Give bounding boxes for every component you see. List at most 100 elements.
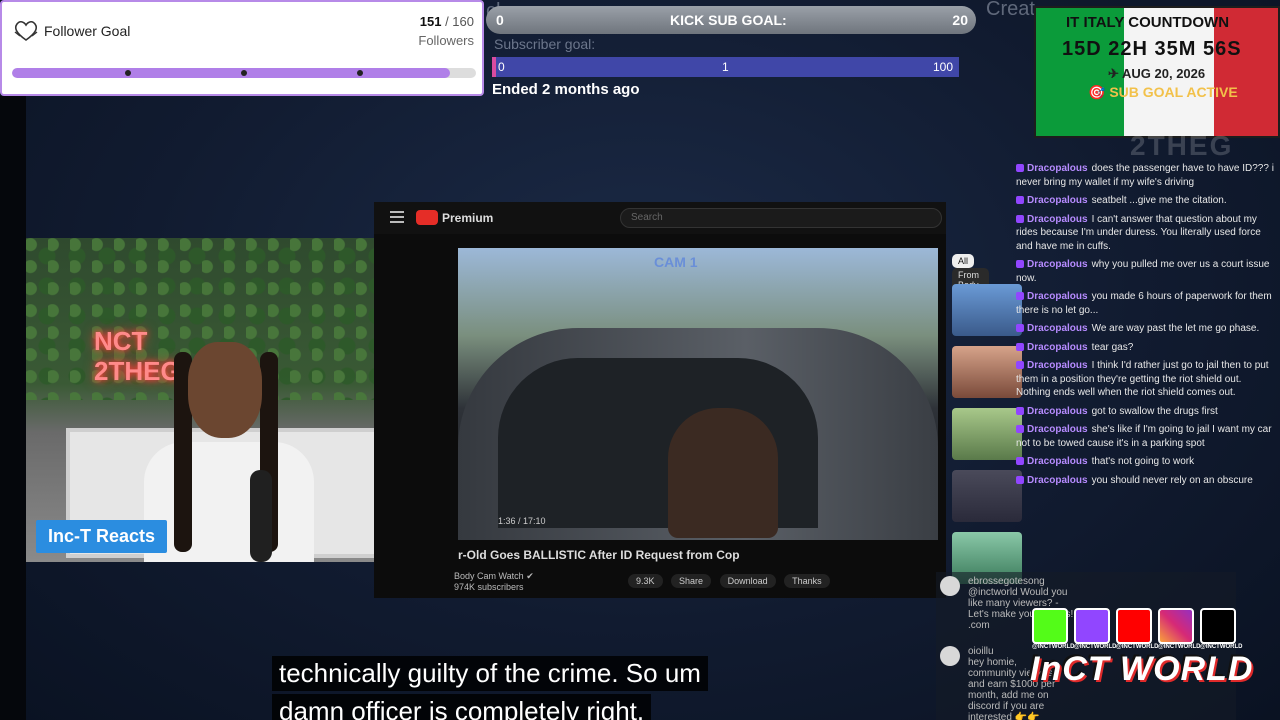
chat-username[interactable]: Dracopalous <box>1027 291 1088 302</box>
chat-message: Dracopalous got to swallow the drugs firs… <box>1016 405 1278 419</box>
chat-text: seatbelt ...give me the citation. <box>1091 195 1227 206</box>
share-button[interactable]: Share <box>671 574 712 588</box>
driver <box>668 408 778 538</box>
follower-current: 151 <box>419 14 442 29</box>
chat-feed: Dracopalous does the passenger have to ha… <box>1016 162 1278 492</box>
chat-message: Dracopalous why you pulled me over us a c… <box>1016 258 1278 285</box>
microphone <box>250 470 272 562</box>
chat-text: We are way past the let me go phase. <box>1091 323 1260 334</box>
streamer-head <box>188 342 262 438</box>
progress-marker <box>241 70 247 76</box>
chat-text: tear gas? <box>1091 341 1134 353</box>
subscriber-goal-bar: 0 1 100 <box>492 57 959 77</box>
youtube-header: Premium Search <box>374 202 946 234</box>
video-time: 1:36 / 17:10 <box>498 516 546 526</box>
chat-text: that's not going to work <box>1091 456 1195 467</box>
cam-label: CAM 1 <box>654 254 698 270</box>
recommended-thumbnail[interactable] <box>952 408 1022 460</box>
channel-subscribers: 974K subscribers <box>454 582 524 592</box>
download-button[interactable]: Download <box>719 574 776 588</box>
follower-separator: / <box>441 14 453 29</box>
chat-message: Dracopalous she's like if I'm going to ja… <box>1016 423 1278 450</box>
follower-count: 151 / 160 <box>420 14 474 29</box>
kick-goal-end: 20 <box>952 12 968 28</box>
countdown-title: IT ITALY COUNTDOWN <box>1066 14 1230 31</box>
channel-info[interactable]: Body Cam Watch ✔ 974K subscribers <box>454 571 534 592</box>
subscriber-goal-min: 0 <box>498 60 505 74</box>
chat-message: Dracopalous does the passenger have to ha… <box>1016 162 1278 189</box>
twitch-badge-icon <box>1016 342 1024 351</box>
twitch-icon <box>1074 608 1110 644</box>
streamer <box>144 342 314 562</box>
kick-goal-start: 0 <box>496 12 504 28</box>
chat-username[interactable]: Dracopalous <box>1027 456 1088 467</box>
menu-icon[interactable] <box>390 211 404 223</box>
chat-username[interactable]: Dracopalous <box>1027 360 1088 371</box>
chip-all[interactable]: All <box>952 254 975 268</box>
youtube-icon <box>1116 608 1152 644</box>
streamer-name-badge: Inc-T Reacts <box>36 520 168 553</box>
chat-username[interactable]: Dracopalous <box>1027 406 1088 417</box>
youtube-video-player[interactable]: CAM 1 1:36 / 17:10 <box>458 248 938 540</box>
follower-goal-widget: Follower Goal 151 / 160 Followers <box>0 0 484 96</box>
subscriber-goal-label: Subscriber goal: <box>494 36 596 52</box>
like-button[interactable]: 9.3K <box>628 574 663 588</box>
twitch-badge-icon <box>1016 425 1024 434</box>
chat-username[interactable]: Dracopalous <box>1027 163 1088 174</box>
twitch-badge-icon <box>1016 292 1024 301</box>
twitch-badge-icon <box>1016 196 1024 205</box>
chat-username[interactable]: Dracopalous <box>1027 424 1088 435</box>
kick-goal-label: KICK SUB GOAL: <box>670 12 787 28</box>
twitch-badge-icon <box>1016 475 1024 484</box>
recommended-thumbnail[interactable] <box>952 284 1022 336</box>
follower-unit: Followers <box>418 33 474 48</box>
twitch-badge-icon <box>1016 457 1024 466</box>
tiktok-icon <box>1200 608 1236 644</box>
ghost-text-right: Creat <box>986 0 1035 20</box>
video-title: r-Old Goes BALLISTIC After ID Request fr… <box>458 548 740 562</box>
avatar <box>940 576 960 596</box>
chat-text: you should never rely on an obscure <box>1091 474 1253 486</box>
kick-sub-goal-bar: 0 KICK SUB GOAL: 20 <box>486 6 976 34</box>
chat-message: Dracopalous that's not going to work <box>1016 455 1278 469</box>
follower-goal-title: Follower Goal <box>44 23 131 39</box>
chat-username[interactable]: Dracopalous <box>1027 323 1088 334</box>
chat-username[interactable]: Dracopalous <box>1027 342 1088 353</box>
chat-message: Dracopalous I can't answer that question … <box>1016 213 1278 254</box>
twitch-badge-icon <box>1016 260 1024 269</box>
twitch-badge-icon <box>1016 214 1024 223</box>
subscriber-goal-mid: 1 <box>722 60 729 74</box>
twitch-badge-icon <box>1016 406 1024 415</box>
lower-chat-user: ebrossegotesong <box>968 576 1045 587</box>
heart-hands-icon <box>14 20 38 41</box>
chat-username[interactable]: Dracopalous <box>1027 214 1088 225</box>
chat-message: Dracopalous tear gas? <box>1016 341 1278 355</box>
chat-message: Dracopalous I think I'd rather just go to… <box>1016 359 1278 400</box>
background-logo-text: 2THEG <box>1130 130 1234 161</box>
progress-marker <box>125 70 131 76</box>
twitch-badge-icon <box>1016 361 1024 370</box>
youtube-window: Premium Search CAM 1 1:36 / 17:10 r-Old … <box>374 202 990 598</box>
chat-username[interactable]: Dracopalous <box>1027 259 1088 270</box>
youtube-brand: Premium <box>442 211 494 225</box>
social-links: @INCTWORLD @INCTWORLD @INCTWORLD @INCTWO… <box>1032 608 1246 656</box>
italy-countdown-widget: IT ITALY COUNTDOWN 15D 22H 35M 56S ✈ AUG… <box>1034 6 1280 138</box>
video-actions: 9.3K Share Download Thanks <box>628 574 836 588</box>
follower-progress-fill <box>12 68 451 78</box>
subscriber-goal-status: Ended 2 months ago <box>492 81 640 98</box>
chat-username[interactable]: Dracopalous <box>1027 475 1088 486</box>
thanks-button[interactable]: Thanks <box>784 574 830 588</box>
caption-line-1: technically guilty of the crime. So um <box>272 656 708 691</box>
subscriber-goal-max: 100 <box>932 60 953 74</box>
twitch-badge-icon <box>1016 164 1024 173</box>
youtube-logo-icon[interactable] <box>416 210 438 225</box>
recommended-thumbnail[interactable] <box>952 346 1022 398</box>
kick-icon <box>1032 608 1068 644</box>
recommended-thumbnail[interactable] <box>952 470 1022 522</box>
brand-logo: InCT WORLD <box>1030 650 1254 688</box>
streamer-body <box>144 442 314 562</box>
youtube-search-input[interactable]: Search <box>620 208 942 228</box>
caption-line-2: damn officer is completely right. <box>272 694 652 720</box>
chat-username[interactable]: Dracopalous <box>1027 195 1088 206</box>
countdown-date: ✈ AUG 20, 2026 <box>1108 66 1206 81</box>
